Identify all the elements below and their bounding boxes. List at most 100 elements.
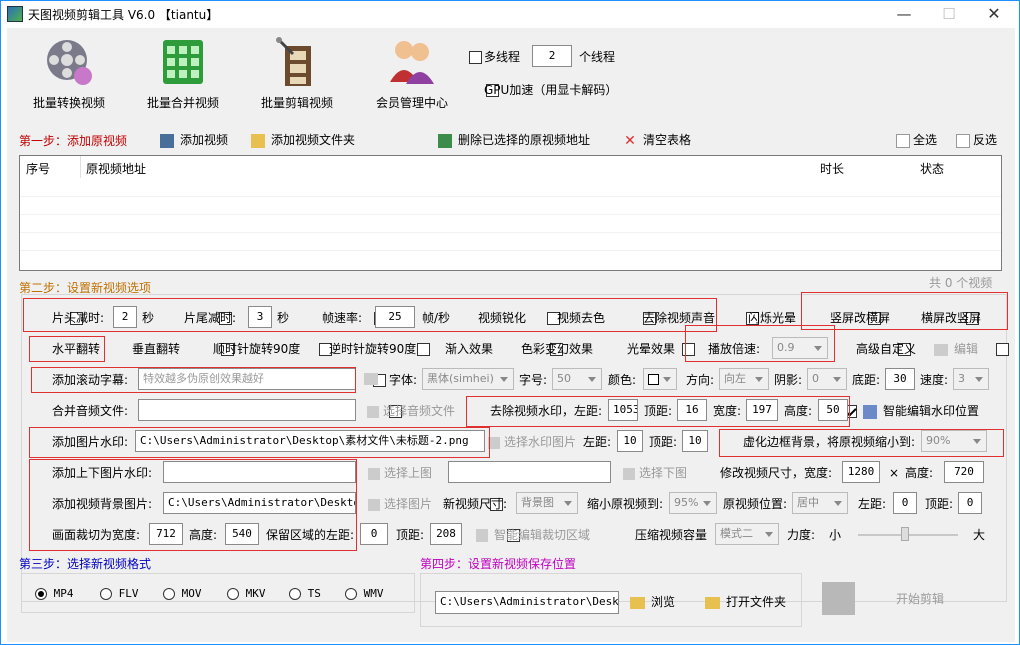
edit-button[interactable]: 编辑: [934, 341, 978, 357]
crop-label: 画面裁切为宽度:: [52, 528, 141, 542]
crop-height-input[interactable]: 540: [225, 523, 259, 545]
crop-top-input[interactable]: 208: [430, 523, 462, 545]
format-mkv[interactable]: MKV: [227, 586, 266, 602]
tail-cut-input[interactable]: 3: [248, 306, 272, 328]
strength-slider-thumb[interactable]: [901, 527, 909, 541]
format-mkv-radio[interactable]: [227, 588, 239, 600]
bottom-image-input[interactable]: [448, 461, 611, 483]
color-fx-label: 色彩变幻效果: [521, 342, 594, 356]
topbottom-image-input[interactable]: [163, 461, 356, 483]
speed-select[interactable]: 0.9: [772, 337, 828, 359]
blur-scale-select[interactable]: 90%: [921, 430, 987, 452]
select-image-button[interactable]: 选择图片: [368, 496, 432, 512]
maximize-button[interactable]: ☐: [926, 1, 972, 27]
smart-crop-button[interactable]: 智能编辑裁切区域: [476, 527, 590, 543]
img-top-input[interactable]: 10: [682, 430, 708, 452]
invert-select-label: 反选: [973, 133, 998, 147]
image-watermark-path[interactable]: C:\Users\Administrator\Desktop\素材文件\未标题-…: [135, 430, 485, 452]
format-wmv-radio[interactable]: [345, 588, 357, 600]
add-video-icon: [160, 133, 174, 148]
select-audio-button[interactable]: 选择音频文件: [367, 403, 455, 419]
speed-checkbox[interactable]: [995, 343, 1009, 356]
wm-width-input[interactable]: 197: [746, 399, 778, 421]
fade-checkbox[interactable]: [682, 343, 696, 356]
shrink-select[interactable]: 95%: [669, 492, 717, 514]
smart-watermark-button[interactable]: 智能编辑水印位置: [863, 403, 979, 419]
color-select[interactable]: [643, 368, 677, 390]
red-x-icon: ✕: [624, 132, 636, 149]
invert-select-button[interactable]: 反选: [956, 132, 997, 148]
browse-button[interactable]: 浏览: [630, 594, 675, 610]
minimize-button[interactable]: —: [881, 1, 927, 27]
scroll-speed-select[interactable]: 3: [953, 368, 989, 390]
font-select[interactable]: 黑体(simhei): [422, 368, 514, 390]
image-icon: [488, 436, 500, 449]
thread-count-input[interactable]: 2: [532, 45, 572, 67]
select-watermark-image-button[interactable]: 选择水印图片: [488, 434, 576, 450]
bg-image-label: 添加视频背景图片:: [52, 497, 153, 511]
format-ts-radio[interactable]: [289, 588, 301, 600]
batch-cut-button[interactable]: 批量剪辑视频: [257, 36, 337, 111]
add-video-button[interactable]: 添加视频: [160, 132, 228, 148]
pos-left-input[interactable]: 0: [893, 492, 917, 514]
delete-selected-button[interactable]: 删除已选择的原视频地址: [438, 132, 590, 148]
scroll-sub-label: 添加滚动字幕:: [52, 373, 129, 387]
col-index: 序号: [26, 162, 51, 176]
direction-select[interactable]: 向左: [719, 368, 769, 390]
framerate-input[interactable]: 25: [375, 306, 415, 328]
v2h-label: 竖屏改横屏: [830, 311, 891, 325]
add-folder-button[interactable]: 添加视频文件夹: [251, 132, 355, 148]
format-mp4-radio[interactable]: [35, 588, 47, 600]
color-label: 颜色:: [608, 373, 637, 387]
resize-height-input[interactable]: 720: [944, 461, 984, 483]
open-folder-label: 打开文件夹: [726, 595, 787, 609]
wm-left-input[interactable]: 1053: [608, 399, 638, 421]
crop-width-input[interactable]: 712: [149, 523, 183, 545]
format-mp4[interactable]: MP4: [35, 586, 74, 602]
shadow-label: 阴影:: [774, 373, 803, 387]
bg-image-path[interactable]: C:\Users\Administrator\Desktop\q: [163, 492, 356, 514]
format-flv-radio[interactable]: [100, 588, 112, 600]
strength-label: 力度:: [787, 528, 816, 542]
select-all-button[interactable]: 全选: [896, 132, 937, 148]
multithread-checkbox[interactable]: [469, 51, 482, 64]
shadow-select[interactable]: 0: [807, 368, 847, 390]
rotate-cw-checkbox[interactable]: [416, 343, 430, 356]
start-button[interactable]: 开始剪辑: [896, 591, 944, 607]
video-table[interactable]: 序号 原视频地址 时长 状态: [19, 155, 1002, 271]
scroll-sub-input[interactable]: 特效越多伪原创效果越好: [138, 368, 356, 390]
palette-icon[interactable]: [364, 373, 378, 385]
member-center-button[interactable]: 会员管理中心: [372, 36, 452, 111]
format-flv[interactable]: FLV: [100, 586, 139, 602]
wm-height-input[interactable]: 50: [818, 399, 848, 421]
pos-top-input[interactable]: 0: [958, 492, 982, 514]
wm-top-input[interactable]: 16: [677, 399, 707, 421]
position-select[interactable]: 居中: [792, 492, 848, 514]
format-mov-radio[interactable]: [163, 588, 175, 600]
format-ts[interactable]: TS: [289, 586, 321, 602]
select-top-image-button[interactable]: 选择上图: [368, 465, 432, 481]
open-folder-button[interactable]: 打开文件夹: [705, 594, 786, 610]
new-size-select[interactable]: 背景图: [516, 492, 578, 514]
head-cut-input[interactable]: 2: [113, 306, 137, 328]
img-left-input[interactable]: 10: [617, 430, 643, 452]
add-folder-label: 添加视频文件夹: [271, 133, 356, 147]
close-button[interactable]: ✕: [971, 1, 1017, 27]
clear-table-button[interactable]: ✕ 清空表格: [623, 132, 691, 148]
batch-merge-button[interactable]: 批量合并视频: [143, 36, 223, 111]
format-mov[interactable]: MOV: [163, 586, 202, 602]
compress-mode-select[interactable]: 模式二: [715, 523, 779, 545]
start-icon[interactable]: [822, 582, 855, 615]
resize-width-input[interactable]: 1280: [842, 461, 880, 483]
size-select[interactable]: 50: [552, 368, 602, 390]
select-bottom-image-button[interactable]: 选择下图: [623, 465, 687, 481]
col-status: 状态: [920, 162, 945, 176]
format-wmv[interactable]: WMV: [345, 586, 384, 602]
resize-height-label: 高度:: [905, 466, 934, 480]
save-path-input[interactable]: C:\Users\Administrator\Desktop\: [435, 591, 619, 614]
crop-left-input[interactable]: 0: [360, 523, 388, 545]
batch-convert-button[interactable]: 批量转换视频: [29, 36, 109, 111]
merge-grid-icon: [157, 36, 209, 88]
bottom-margin-input[interactable]: 30: [885, 368, 915, 390]
merge-audio-input[interactable]: [138, 399, 356, 421]
